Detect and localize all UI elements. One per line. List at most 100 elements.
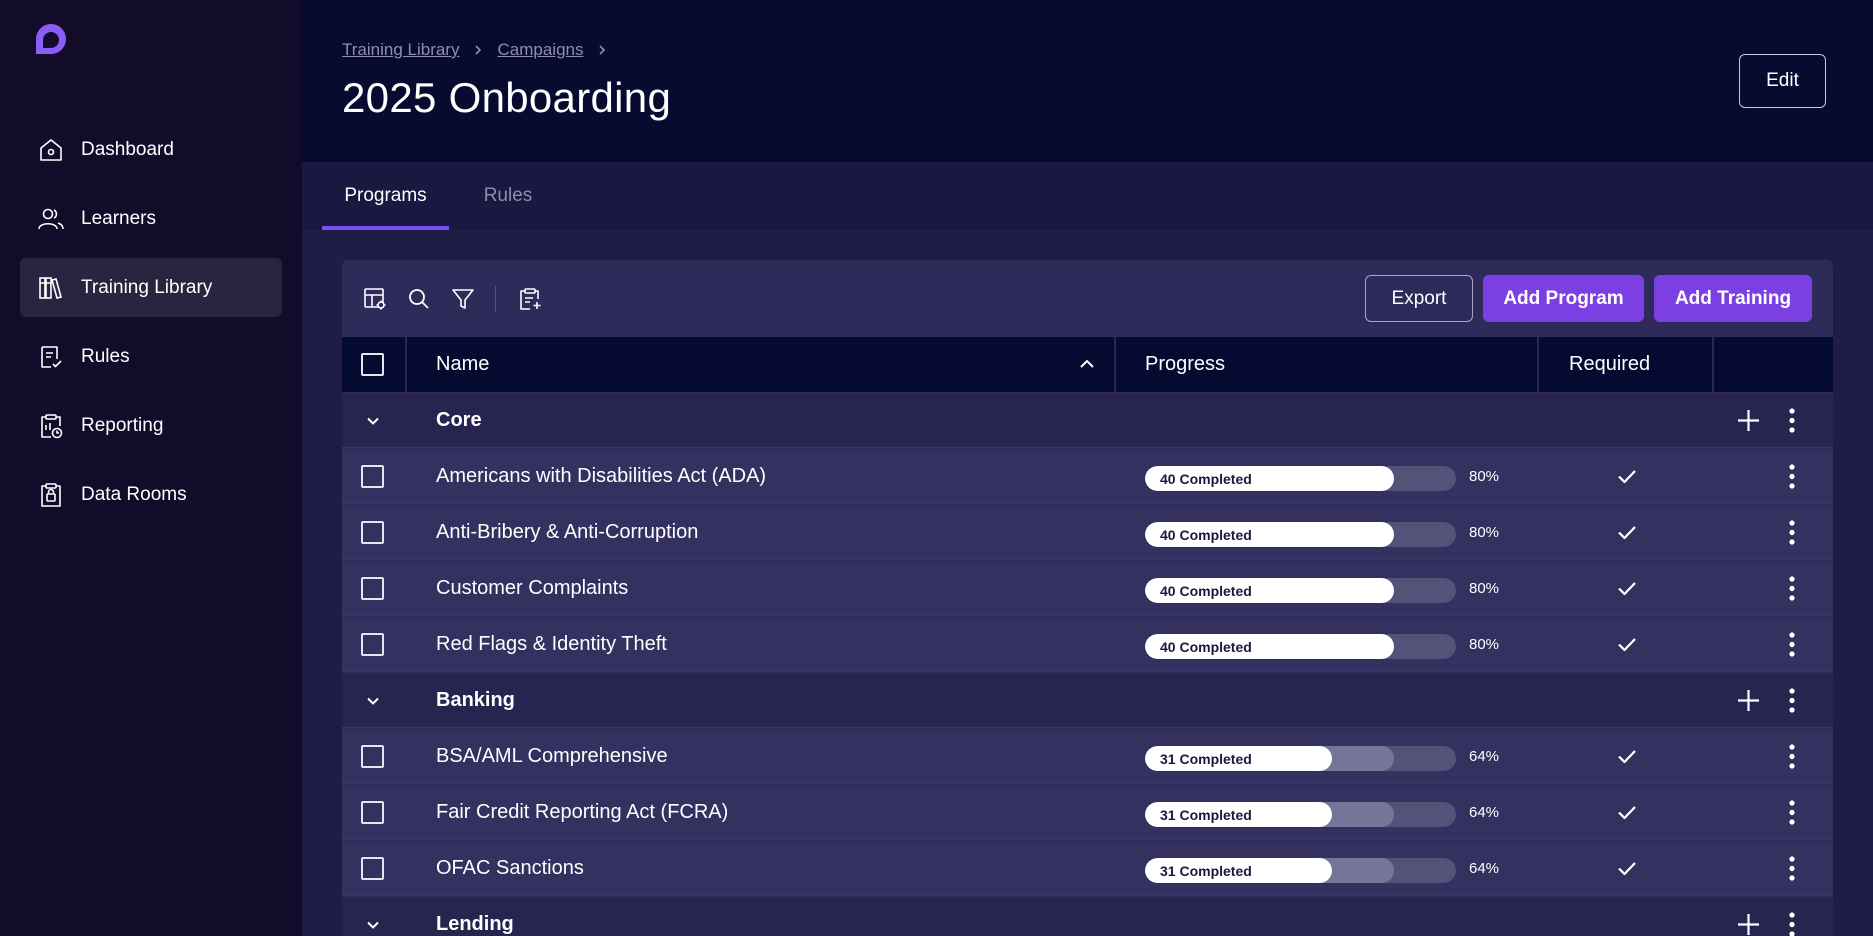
select-all-checkbox[interactable] bbox=[361, 353, 384, 376]
add-icon[interactable] bbox=[1736, 688, 1761, 713]
more-options-icon[interactable] bbox=[1785, 631, 1799, 658]
data-rooms-icon bbox=[36, 480, 66, 510]
more-options-icon[interactable] bbox=[1785, 687, 1799, 714]
progress-bar: 40 Completed bbox=[1145, 522, 1456, 547]
table-row[interactable]: Red Flags & Identity Theft 40 Completed 80… bbox=[342, 617, 1833, 672]
sidebar-item-training-library[interactable]: Training Library bbox=[20, 258, 282, 317]
row-checkbox[interactable] bbox=[361, 745, 384, 768]
row-checkbox[interactable] bbox=[361, 465, 384, 488]
progress-percent: 80% bbox=[1469, 580, 1500, 597]
check-icon bbox=[1616, 801, 1638, 823]
column-divider bbox=[1537, 337, 1539, 392]
table-row[interactable]: OFAC Sanctions 31 Completed 64% bbox=[342, 841, 1833, 896]
row-checkbox[interactable] bbox=[361, 801, 384, 824]
progress-label: 31 Completed bbox=[1145, 858, 1332, 883]
check-icon bbox=[1616, 577, 1638, 599]
column-header-required[interactable]: Required bbox=[1569, 337, 1650, 392]
column-header-progress[interactable]: Progress bbox=[1145, 337, 1225, 392]
progress-bar: 31 Completed bbox=[1145, 802, 1456, 827]
reporting-icon bbox=[36, 411, 66, 441]
group-name: Lending bbox=[436, 913, 514, 935]
breadcrumb-link-campaigns[interactable]: Campaigns bbox=[497, 40, 583, 60]
column-divider bbox=[405, 337, 407, 392]
add-training-button[interactable]: Add Training bbox=[1654, 275, 1812, 322]
tab-bar: Programs Rules bbox=[302, 162, 1873, 230]
tab-rules[interactable]: Rules bbox=[468, 162, 548, 230]
progress-percent: 64% bbox=[1469, 804, 1500, 821]
page-header: Training Library Campaigns 2025 Onboardi… bbox=[302, 0, 1873, 162]
more-options-icon[interactable] bbox=[1785, 407, 1799, 434]
chevron-down-icon[interactable] bbox=[362, 690, 384, 712]
more-options-icon[interactable] bbox=[1785, 743, 1799, 770]
home-icon bbox=[36, 135, 66, 165]
progress-percent: 80% bbox=[1469, 636, 1500, 653]
rules-icon bbox=[36, 342, 66, 372]
check-icon bbox=[1616, 857, 1638, 879]
table-row[interactable]: BSA/AML Comprehensive 31 Completed 64% bbox=[342, 729, 1833, 784]
column-divider bbox=[1712, 337, 1714, 392]
sidebar-item-data-rooms[interactable]: Data Rooms bbox=[20, 465, 282, 524]
export-button[interactable]: Export bbox=[1365, 275, 1473, 322]
check-icon bbox=[1616, 633, 1638, 655]
table-row[interactable]: Americans with Disabilities Act (ADA) 40 … bbox=[342, 449, 1833, 504]
app-logo[interactable] bbox=[32, 22, 72, 58]
chevron-down-icon[interactable] bbox=[362, 410, 384, 432]
sidebar-item-rules[interactable]: Rules bbox=[20, 327, 282, 386]
chevron-down-icon[interactable] bbox=[362, 914, 384, 936]
program-name[interactable]: Customer Complaints bbox=[436, 561, 628, 616]
progress-bar: 31 Completed bbox=[1145, 746, 1456, 771]
more-options-icon[interactable] bbox=[1785, 575, 1799, 602]
program-name[interactable]: Fair Credit Reporting Act (FCRA) bbox=[436, 785, 728, 840]
group-name: Banking bbox=[436, 689, 515, 711]
progress-bar: 31 Completed bbox=[1145, 858, 1456, 883]
more-options-icon[interactable] bbox=[1785, 463, 1799, 490]
program-name[interactable]: Red Flags & Identity Theft bbox=[436, 617, 667, 672]
progress-bar: 40 Completed bbox=[1145, 466, 1456, 491]
column-header-name[interactable]: Name bbox=[436, 337, 489, 392]
table-settings-icon[interactable] bbox=[362, 286, 388, 312]
chevron-right-icon bbox=[597, 44, 607, 56]
add-icon[interactable] bbox=[1736, 408, 1761, 433]
row-checkbox[interactable] bbox=[361, 577, 384, 600]
more-options-icon[interactable] bbox=[1785, 519, 1799, 546]
sidebar-item-dashboard[interactable]: Dashboard bbox=[20, 120, 282, 179]
progress-bar: 40 Completed bbox=[1145, 578, 1456, 603]
table-row[interactable]: Anti-Bribery & Anti-Corruption 40 Complet… bbox=[342, 505, 1833, 560]
progress-percent: 64% bbox=[1469, 860, 1500, 877]
search-icon[interactable] bbox=[406, 286, 432, 312]
tab-programs[interactable]: Programs bbox=[322, 162, 449, 230]
program-name[interactable]: Americans with Disabilities Act (ADA) bbox=[436, 449, 766, 504]
sidebar-item-learners[interactable]: Learners bbox=[20, 189, 282, 248]
more-options-icon[interactable] bbox=[1785, 799, 1799, 826]
sort-ascending-icon[interactable] bbox=[1077, 354, 1097, 374]
more-options-icon[interactable] bbox=[1785, 855, 1799, 882]
table-row[interactable]: Customer Complaints 40 Completed 80% bbox=[342, 561, 1833, 616]
group-row[interactable]: Banking bbox=[342, 673, 1833, 728]
edit-button[interactable]: Edit bbox=[1739, 54, 1826, 108]
progress-label: 31 Completed bbox=[1145, 746, 1332, 771]
breadcrumb-link-training-library[interactable]: Training Library bbox=[342, 40, 459, 60]
sidebar-item-reporting[interactable]: Reporting bbox=[20, 396, 282, 455]
clipboard-add-icon[interactable] bbox=[517, 286, 543, 312]
progress-percent: 80% bbox=[1469, 524, 1500, 541]
progress-label: 40 Completed bbox=[1145, 466, 1394, 491]
filter-icon[interactable] bbox=[450, 286, 476, 312]
group-row[interactable]: Core bbox=[342, 393, 1833, 448]
program-name[interactable]: Anti-Bribery & Anti-Corruption bbox=[436, 505, 698, 560]
more-options-icon[interactable] bbox=[1785, 911, 1799, 936]
progress-label: 40 Completed bbox=[1145, 634, 1394, 659]
add-program-button[interactable]: Add Program bbox=[1483, 275, 1644, 322]
column-divider bbox=[1114, 337, 1116, 392]
sidebar-item-label: Rules bbox=[81, 345, 130, 367]
add-icon[interactable] bbox=[1736, 912, 1761, 936]
breadcrumb: Training Library Campaigns bbox=[342, 40, 621, 60]
program-name[interactable]: BSA/AML Comprehensive bbox=[436, 729, 668, 784]
table-row[interactable]: Fair Credit Reporting Act (FCRA) 31 Compl… bbox=[342, 785, 1833, 840]
row-checkbox[interactable] bbox=[361, 633, 384, 656]
program-name[interactable]: OFAC Sanctions bbox=[436, 841, 584, 896]
sidebar-item-label: Learners bbox=[81, 207, 156, 229]
row-checkbox[interactable] bbox=[361, 857, 384, 880]
sidebar-item-label: Training Library bbox=[81, 276, 213, 298]
row-checkbox[interactable] bbox=[361, 521, 384, 544]
group-row[interactable]: Lending bbox=[342, 897, 1833, 936]
